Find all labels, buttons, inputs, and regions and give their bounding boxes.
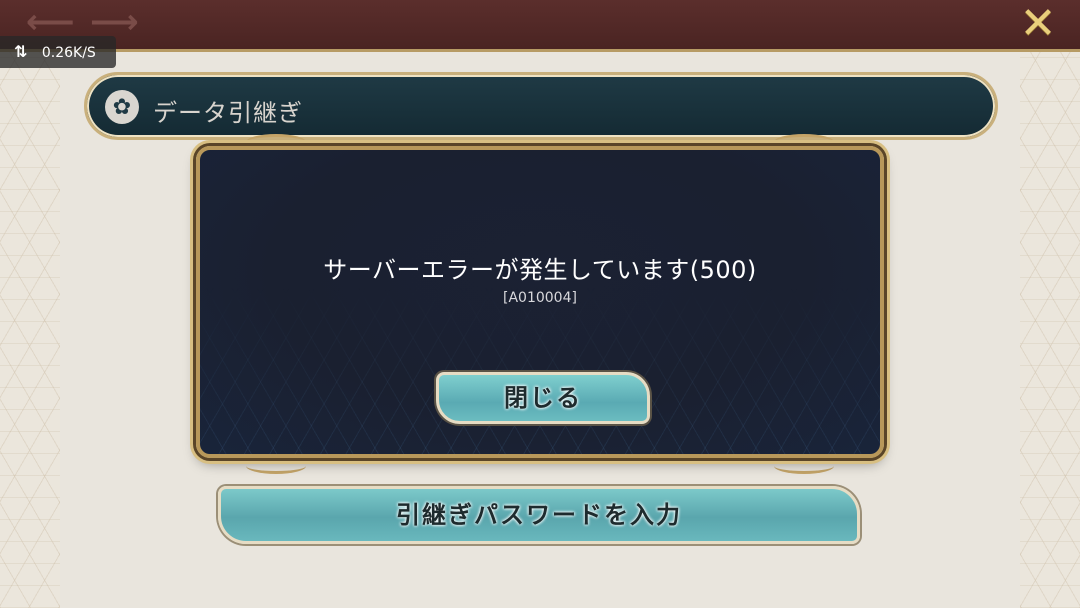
top-bar: ⟵ ⟶ ✕	[0, 0, 1080, 52]
flower-emblem-icon: ✿	[105, 90, 139, 124]
arrow-right-icon[interactable]: ⟶	[90, 5, 139, 39]
frame-ornament	[774, 458, 834, 474]
error-dialog: サーバーエラーが発生しています(500) [A010004] 閉じる	[196, 146, 884, 458]
frame-ornament	[246, 458, 306, 474]
page-title-bar: ✿ データ引継ぎ	[84, 72, 998, 140]
network-speed-indicator: ⇅ 0.26K/S	[0, 36, 116, 68]
enter-transfer-password-button[interactable]: 引継ぎパスワードを入力	[218, 486, 860, 544]
error-code: [A010004]	[503, 290, 577, 306]
arrow-left-icon[interactable]: ⟵	[26, 5, 75, 39]
error-message: サーバーエラーが発生しています(500)	[323, 256, 757, 284]
close-dialog-button[interactable]: 閉じる	[436, 372, 650, 424]
network-speed-value: 0.26K/S	[41, 45, 96, 61]
page-title: データ引継ぎ	[153, 99, 303, 127]
transfer-arrows-icon: ⇅	[14, 42, 28, 61]
close-x-icon[interactable]: ✕	[1016, 2, 1060, 46]
